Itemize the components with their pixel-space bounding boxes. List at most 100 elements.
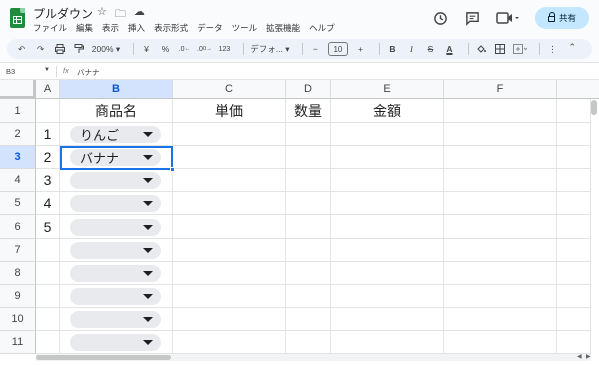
menu-tools[interactable]: ツール — [232, 22, 258, 34]
cell-d10[interactable] — [286, 308, 331, 331]
font-size-increase-button[interactable]: + — [354, 41, 367, 57]
cell-d4[interactable] — [286, 169, 331, 192]
dropdown-arrow-icon[interactable] — [143, 317, 153, 322]
decrease-decimal-button[interactable]: .0 ← — [178, 41, 191, 57]
font-size-decrease-button[interactable]: − — [309, 41, 322, 57]
cell-g8[interactable] — [557, 262, 591, 285]
row-header-9[interactable]: 9 — [0, 285, 36, 308]
cell-e10[interactable] — [331, 308, 444, 331]
row-header-3[interactable]: 3 — [0, 146, 36, 169]
fill-color-icon[interactable] — [475, 41, 488, 57]
cell-c10[interactable] — [173, 308, 286, 331]
cell-f2[interactable] — [444, 123, 557, 146]
vertical-scrollbar[interactable] — [591, 100, 597, 115]
meet-video-icon[interactable] — [495, 9, 521, 27]
cell-f6[interactable] — [444, 215, 557, 239]
dropdown-chip[interactable] — [70, 288, 161, 305]
comment-icon[interactable] — [463, 9, 481, 27]
cell-f1[interactable] — [444, 99, 557, 123]
row-header-8[interactable]: 8 — [0, 262, 36, 285]
zoom-select[interactable]: 200% ▾ — [91, 41, 121, 57]
currency-format-button[interactable]: ¥ — [140, 41, 153, 57]
cell-b1[interactable]: 商品名 — [60, 99, 173, 123]
cell-a8[interactable] — [36, 262, 60, 285]
strikethrough-button[interactable]: S — [424, 41, 437, 57]
cell-a10[interactable] — [36, 308, 60, 331]
cell-g11[interactable] — [557, 331, 591, 354]
cell-c2[interactable] — [173, 123, 286, 146]
cell-c11[interactable] — [173, 331, 286, 354]
cell-e9[interactable] — [331, 285, 444, 308]
row-header-1[interactable]: 1 — [0, 99, 36, 123]
cell-f5[interactable] — [444, 192, 557, 215]
dropdown-chip[interactable] — [70, 311, 161, 328]
menu-format[interactable]: 表示形式 — [154, 22, 188, 34]
column-header-d[interactable]: D — [286, 80, 331, 99]
cell-f8[interactable] — [444, 262, 557, 285]
row-header-5[interactable]: 5 — [0, 192, 36, 215]
dropdown-chip[interactable] — [70, 265, 161, 282]
scroll-right-icon[interactable]: ▶ — [586, 353, 591, 360]
cell-g4[interactable] — [557, 169, 591, 192]
more-options-icon[interactable]: ⋮ — [546, 41, 559, 57]
cell-e1[interactable]: 金額 — [331, 99, 444, 123]
merge-cells-icon[interactable] — [512, 41, 527, 57]
cell-d3[interactable] — [286, 146, 331, 169]
print-icon[interactable] — [53, 41, 66, 57]
dropdown-chip[interactable]: りんご — [70, 126, 161, 143]
spreadsheet-grid[interactable]: A B C D E F 1 商品名 単価 数量 金額 2 1 りんご 3 2 バナナ 4 3 5 4 6 5 7 8… — [0, 80, 599, 365]
column-header-b[interactable]: B — [60, 80, 173, 99]
cell-c5[interactable] — [173, 192, 286, 215]
cell-a9[interactable] — [36, 285, 60, 308]
column-header-c[interactable]: C — [173, 80, 286, 99]
cell-d9[interactable] — [286, 285, 331, 308]
dropdown-arrow-icon[interactable] — [143, 294, 153, 299]
row-header-7[interactable]: 7 — [0, 239, 36, 262]
borders-icon[interactable] — [494, 41, 507, 57]
cell-d1[interactable]: 数量 — [286, 99, 331, 123]
scroll-left-icon[interactable]: ◀ — [577, 353, 582, 360]
dropdown-chip[interactable]: バナナ — [70, 149, 161, 166]
cell-g5[interactable] — [557, 192, 591, 215]
cell-e8[interactable] — [331, 262, 444, 285]
dropdown-chip[interactable] — [70, 172, 161, 189]
cell-g9[interactable] — [557, 285, 591, 308]
paint-format-icon[interactable] — [72, 41, 85, 57]
dropdown-arrow-icon[interactable] — [143, 340, 153, 345]
dropdown-arrow-icon[interactable] — [143, 132, 153, 137]
cell-e2[interactable] — [331, 123, 444, 146]
menu-extensions[interactable]: 拡張機能 — [266, 22, 300, 34]
row-header-4[interactable]: 4 — [0, 169, 36, 192]
menu-view[interactable]: 表示 — [102, 22, 119, 34]
cell-a3[interactable]: 2 — [36, 146, 60, 169]
horizontal-scrollbar[interactable] — [36, 355, 171, 360]
row-header-6[interactable]: 6 — [0, 215, 36, 239]
menu-data[interactable]: データ — [197, 22, 223, 34]
cell-a4[interactable]: 3 — [36, 169, 60, 192]
cell-e11[interactable] — [331, 331, 444, 354]
cell-c4[interactable] — [173, 169, 286, 192]
cell-g2[interactable] — [557, 123, 591, 146]
name-box[interactable]: B3 — [6, 67, 15, 76]
cell-g6[interactable] — [557, 215, 591, 239]
menu-insert[interactable]: 挿入 — [128, 22, 145, 34]
dropdown-chip[interactable] — [70, 334, 161, 351]
history-icon[interactable] — [431, 9, 449, 27]
cell-e7[interactable] — [331, 239, 444, 262]
menu-file[interactable]: ファイル — [33, 22, 67, 34]
cell-a2[interactable]: 1 — [36, 123, 60, 146]
row-header-2[interactable]: 2 — [0, 123, 36, 146]
cell-a11[interactable] — [36, 331, 60, 354]
cell-d5[interactable] — [286, 192, 331, 215]
menu-edit[interactable]: 編集 — [76, 22, 93, 34]
document-title[interactable]: プルダウン — [33, 5, 93, 22]
cell-c3[interactable] — [173, 146, 286, 169]
cell-a1[interactable] — [36, 99, 60, 123]
cell-d2[interactable] — [286, 123, 331, 146]
font-size-input[interactable]: 10 — [327, 42, 348, 56]
name-box-dropdown-icon[interactable]: ▼ — [44, 67, 50, 73]
cell-c1[interactable]: 単価 — [173, 99, 286, 123]
cell-d11[interactable] — [286, 331, 331, 354]
menu-help[interactable]: ヘルプ — [309, 22, 335, 34]
undo-icon[interactable]: ↶ — [15, 41, 28, 57]
